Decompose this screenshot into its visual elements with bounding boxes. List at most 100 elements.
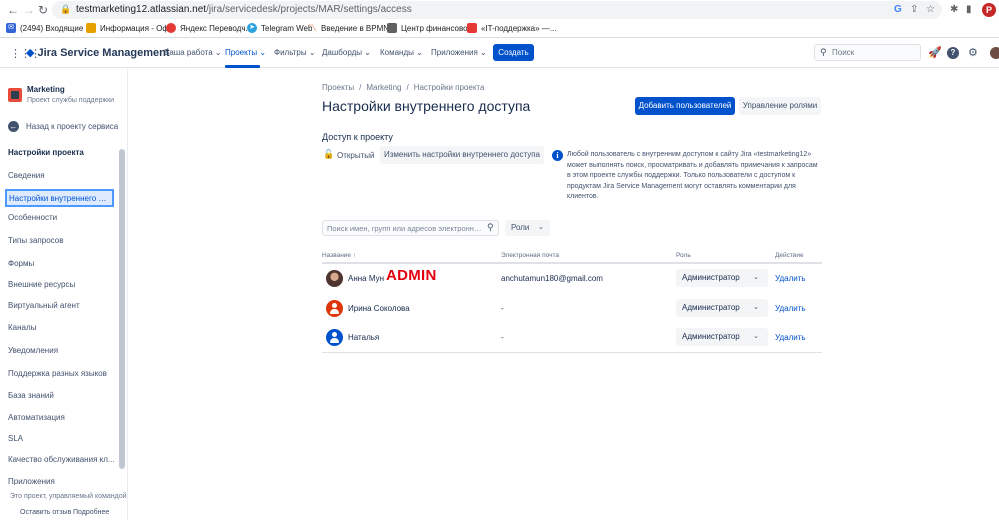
sidebar-item-internal-access[interactable]: Настройки внутреннего дос...	[5, 189, 114, 207]
search-icon: ⚲	[487, 222, 494, 232]
share-icon[interactable]: ⇪	[910, 4, 918, 16]
breadcrumb-separator: /	[406, 83, 409, 92]
nav-projects[interactable]: Проекты ⌄	[225, 48, 266, 57]
reload-icon[interactable]: ↻	[36, 3, 50, 17]
trend-icon: 〽	[307, 23, 317, 33]
team-managed-note: Это проект, управляемый командой	[10, 493, 127, 500]
sidebar-item-features[interactable]: Особенности	[8, 213, 116, 222]
global-search-input[interactable]: ⚲ Поиск	[814, 44, 921, 61]
nav-dashboards[interactable]: Дашборды ⌄	[322, 48, 371, 57]
google-icon[interactable]: G	[894, 4, 902, 16]
sidebar-item-languages[interactable]: Поддержка разных языков	[8, 369, 116, 378]
sidebar-item-details[interactable]: Сведения	[8, 171, 116, 180]
url-host: testmarketing12.atlassian.net	[76, 4, 207, 15]
role-value: Администратор	[682, 273, 740, 282]
breadcrumb-projects[interactable]: Проекты	[322, 83, 354, 92]
sidepanel-icon[interactable]: ▮	[966, 4, 972, 16]
help-icon[interactable]: ?	[947, 47, 959, 59]
manage-roles-button[interactable]: Управление ролями	[739, 97, 821, 115]
jira-top-nav: ⋮⋮⋮ ◆ Jira Service Management Ваша работ…	[0, 38, 999, 68]
breadcrumb-project-settings[interactable]: Настройки проекта	[414, 83, 485, 92]
project-sidebar: Marketing Проект службы поддержки ← Наза…	[0, 69, 128, 520]
people-filter-input[interactable]: Поиск имен, групп или адресов электронно…	[322, 220, 499, 236]
mail-icon: ✉	[6, 23, 16, 33]
sidebar-item-request-types[interactable]: Типы запросов	[8, 236, 116, 245]
change-access-button[interactable]: Изменить настройки внутреннего доступа	[380, 146, 544, 164]
forward-arrow-icon[interactable]: →	[22, 3, 36, 17]
create-button[interactable]: Создать	[493, 44, 534, 61]
bookmark-star-icon[interactable]: ☆	[926, 4, 935, 16]
bookmark-it-support[interactable]: «IT-поддержка» —...	[467, 23, 556, 33]
back-to-project-link[interactable]: ← Назад к проекту сервиса	[8, 121, 118, 132]
sidebar-item-channels[interactable]: Каналы	[8, 323, 116, 332]
notifications-rocket-icon[interactable]: 🚀	[928, 47, 942, 59]
chevron-down-icon: ⌄	[753, 304, 759, 311]
sidebar-item-service-quality[interactable]: Качество обслуживания кл...	[8, 455, 116, 464]
sidebar-item-external-resources[interactable]: Внешние ресурсы	[8, 280, 116, 289]
roles-filter-dropdown[interactable]: Роли ⌄	[505, 220, 550, 236]
give-feedback-link[interactable]: Оставить отзыв	[20, 509, 71, 516]
nav-label: Приложения	[431, 48, 478, 57]
bookmark-info[interactable]: Информация - Оф...	[86, 23, 176, 33]
chevron-down-icon: ⌄	[753, 333, 759, 340]
user-avatar[interactable]	[990, 47, 999, 59]
back-arrow-icon[interactable]: ←	[6, 3, 20, 17]
sidebar-scrollbar[interactable]	[119, 149, 125, 469]
avatar	[326, 300, 343, 317]
breadcrumb: Проекты / Marketing / Настройки проекта	[322, 83, 484, 92]
bookmark-label: Яндекс Переводч...	[180, 23, 253, 33]
nav-teams[interactable]: Команды ⌄	[380, 48, 423, 57]
bookmark-yandex[interactable]: Яндекс Переводч...	[166, 23, 252, 33]
lock-icon: 🔒	[60, 4, 72, 14]
sidebar-item-knowledge-base[interactable]: База знаний	[8, 391, 116, 400]
url-path: /jira/servicedesk/projects/MAR/settings/…	[206, 4, 412, 15]
arrow-left-icon: ←	[8, 121, 19, 132]
remove-user-link[interactable]: Удалить	[775, 304, 806, 313]
user-name: Наталья	[348, 333, 380, 342]
access-state-label: Открытый	[337, 151, 375, 160]
sidebar-item-automation[interactable]: Автоматизация	[8, 413, 116, 422]
info-icon: i	[552, 150, 563, 161]
nav-apps[interactable]: Приложения ⌄	[431, 48, 487, 57]
user-name: Анна Мун	[348, 274, 385, 283]
nav-label: Команды	[380, 48, 414, 57]
bookmark-finance[interactable]: Центр финансовог...	[387, 23, 476, 33]
role-select[interactable]: Администратор ⌄	[676, 269, 768, 287]
logo-text: Jira Service Management	[37, 46, 170, 59]
address-bar[interactable]: 🔒 testmarketing12.atlassian.net/jira/ser…	[52, 1, 942, 19]
user-email: -	[501, 333, 504, 342]
role-select[interactable]: Администратор ⌄	[676, 299, 768, 317]
role-select[interactable]: Администратор ⌄	[676, 328, 768, 346]
remove-user-link[interactable]: Удалить	[775, 333, 806, 342]
nav-filters[interactable]: Фильтры ⌄	[274, 48, 316, 57]
chevron-down-icon: ⌄	[538, 224, 544, 231]
sidebar-item-virtual-agent[interactable]: Виртуальный агент	[8, 301, 116, 310]
sidebar-item-forms[interactable]: Формы	[8, 259, 116, 268]
project-name[interactable]: Marketing	[27, 85, 65, 94]
page-title: Настройки внутреннего доступа	[322, 98, 531, 114]
sidebar-item-sla[interactable]: SLA	[8, 434, 116, 443]
nav-label: Фильтры	[274, 48, 307, 57]
bookmarks-bar: ✉ (2494) Входящие -... Информация - Оф...…	[0, 20, 999, 38]
settings-gear-icon[interactable]: ⚙	[968, 47, 978, 59]
jsm-logo[interactable]: ◆ Jira Service Management	[26, 46, 170, 60]
column-header-name[interactable]: Название ↑	[322, 252, 356, 259]
nav-your-work[interactable]: Ваша работа ⌄	[164, 48, 222, 57]
learn-more-link[interactable]: Подробнее	[73, 509, 109, 516]
extensions-icon[interactable]: ✱	[950, 4, 958, 16]
add-users-button[interactable]: Добавить пользователей	[635, 97, 735, 115]
project-access-heading: Доступ к проекту	[322, 132, 393, 142]
remove-user-link[interactable]: Удалить	[775, 274, 806, 283]
sidebar-item-notifications[interactable]: Уведомления	[8, 346, 116, 355]
page-icon	[387, 23, 397, 33]
unlock-icon: 🔓	[323, 149, 335, 159]
bookmark-gmail[interactable]: ✉ (2494) Входящие -...	[6, 23, 95, 33]
bookmark-telegram[interactable]: ➤ Telegram Web	[247, 23, 312, 33]
bookmark-bpmn[interactable]: 〽 Введение в BPMN...	[307, 23, 395, 33]
role-value: Администратор	[682, 332, 740, 341]
bookmark-label: Центр финансовог...	[401, 23, 477, 33]
profile-avatar[interactable]: P	[982, 3, 996, 17]
user-name: Ирина Соколова	[348, 304, 410, 313]
telegram-icon: ➤	[247, 23, 257, 33]
breadcrumb-marketing[interactable]: Marketing	[366, 83, 401, 92]
